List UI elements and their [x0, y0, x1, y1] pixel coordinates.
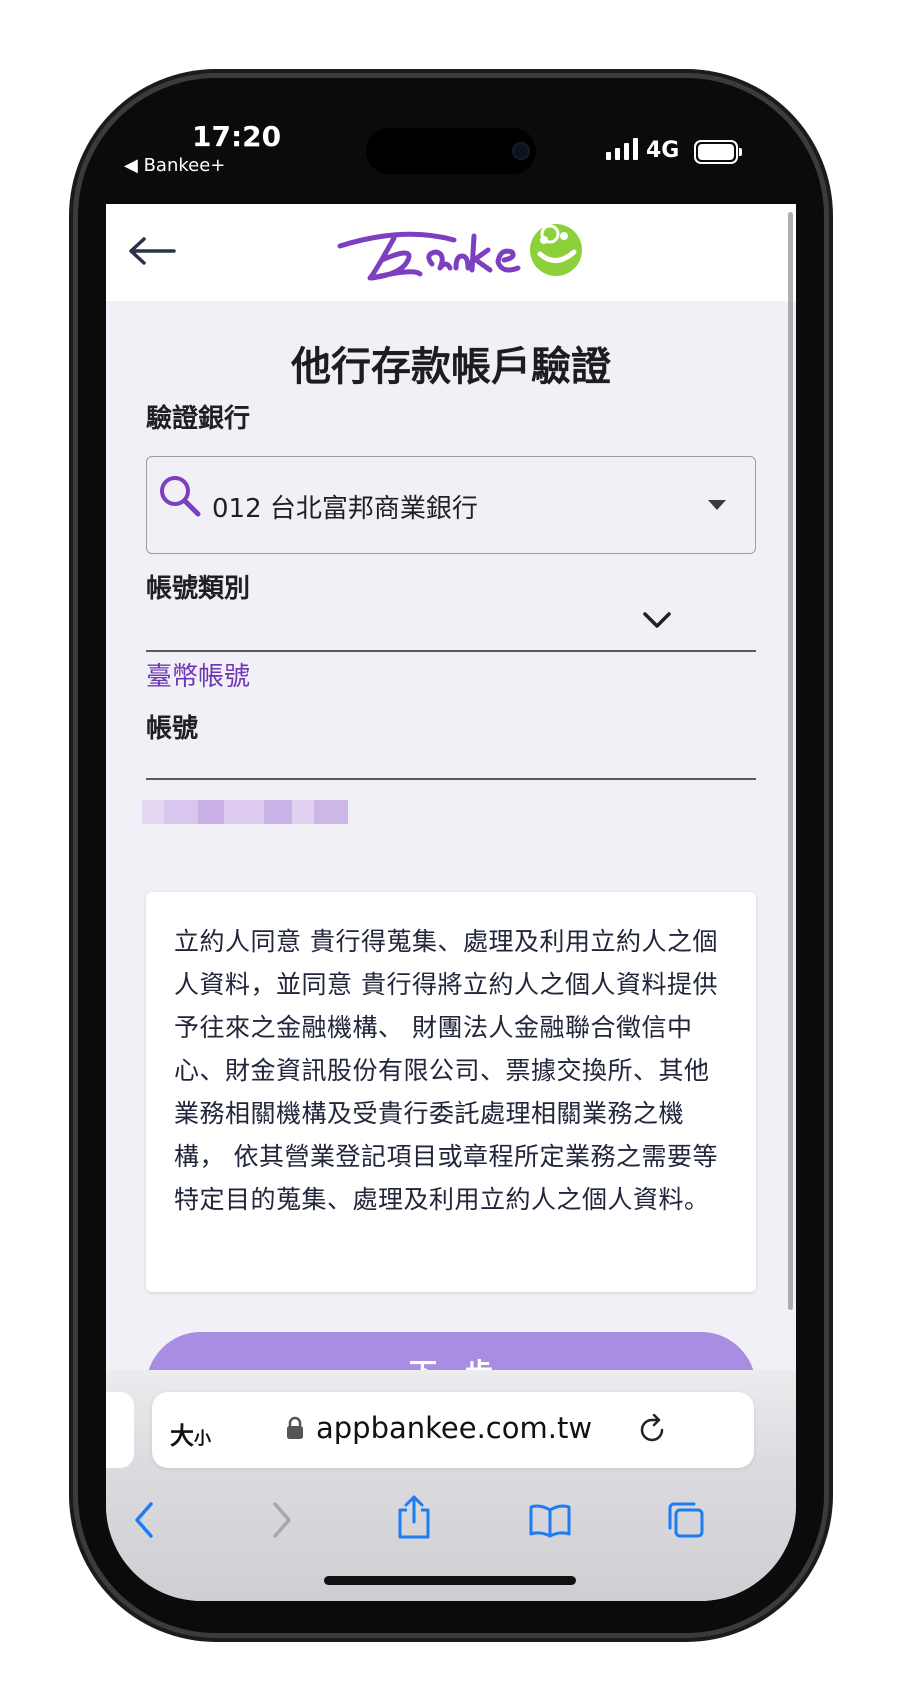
bank-select-value: 012 台北富邦商業銀行 [212, 494, 478, 524]
battery-icon [694, 140, 742, 164]
bankee-logo [334, 216, 594, 296]
reload-icon[interactable] [638, 1413, 668, 1450]
dynamic-island [366, 128, 536, 174]
chevron-down-icon[interactable] [642, 610, 672, 634]
consent-text: 立約人同意 貴行得蒐集、處理及利用立約人之個人資料，並同意 貴行得將立約人之個人… [174, 927, 718, 1214]
home-indicator [324, 1576, 576, 1585]
account-type-label: 帳號類別 [146, 574, 251, 604]
arrow-left-icon[interactable] [128, 236, 176, 270]
account-type-underline [146, 650, 756, 652]
search-icon [158, 474, 202, 522]
bookmarks-icon[interactable] [528, 1502, 572, 1542]
volume-up-button [70, 424, 78, 526]
lock-icon [286, 1416, 304, 1444]
account-number-label: 帳號 [146, 714, 199, 744]
page-title: 他行存款帳戶驗證 [291, 344, 611, 390]
power-button [824, 494, 832, 654]
account-number-underline [146, 778, 756, 780]
back-icon[interactable] [132, 1500, 156, 1544]
app-screen: 他行存款帳戶驗證 驗證銀行 012 台北富邦商業銀行 帳號類別 臺幣帳號 帳號 … [106, 204, 796, 1601]
share-icon[interactable] [396, 1494, 432, 1544]
consent-box: 立約人同意 貴行得蒐集、處理及利用立約人之個人資料，並同意 貴行得將立約人之個人… [146, 892, 756, 1292]
bank-label: 驗證銀行 [146, 404, 251, 434]
caret-down-icon [708, 500, 726, 510]
back-to-app-link[interactable]: ◀ Bankee+ [124, 155, 225, 176]
network-type: 4G [646, 138, 680, 163]
account-number-input[interactable] [142, 800, 348, 824]
volume-down-button [70, 550, 78, 652]
action-button [70, 326, 78, 384]
forward-icon[interactable] [270, 1500, 294, 1544]
account-type-value[interactable]: 臺幣帳號 [146, 656, 250, 693]
camera-icon [512, 142, 530, 160]
text-size-button[interactable]: 大小 [170, 1416, 211, 1451]
signal-icon [606, 138, 640, 160]
previous-tab-card[interactable] [106, 1392, 134, 1468]
tabs-icon[interactable] [666, 1500, 706, 1544]
url-text: appbankee.com.tw [316, 1411, 593, 1445]
status-time: 17:20 [192, 120, 282, 153]
scrollbar[interactable] [788, 212, 793, 1310]
